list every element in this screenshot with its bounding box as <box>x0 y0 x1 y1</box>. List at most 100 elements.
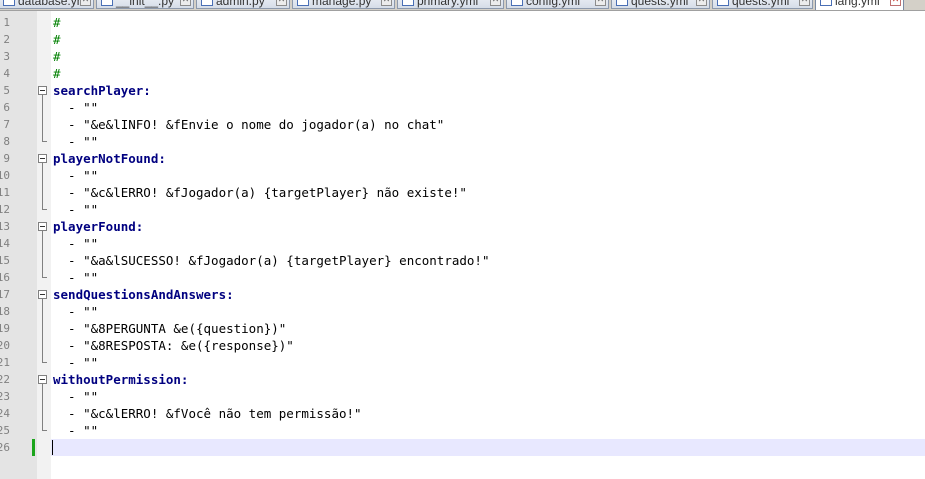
code-line[interactable]: 17 sendQuestionsAndAnswers: <box>0 286 925 303</box>
close-icon[interactable]: ✕ <box>696 0 707 6</box>
fold-end-marker <box>42 362 47 363</box>
fold-end-marker <box>42 277 47 278</box>
fold-minus-icon[interactable] <box>38 154 47 163</box>
tab-lang-yml[interactable]: lang.yml ✕ <box>815 0 904 10</box>
line-number: 3 <box>3 50 10 63</box>
tab-quests-yml[interactable]: quests.yml ✕ <box>712 0 813 9</box>
yaml-list-item: - "&e&lINFO! &fEnvie o nome do jogador(a… <box>53 117 445 132</box>
file-icon <box>101 0 113 6</box>
line-number: 14 <box>0 237 10 250</box>
close-icon[interactable]: ✕ <box>381 0 392 6</box>
file-icon <box>717 0 729 6</box>
line-number: 23 <box>0 390 10 403</box>
fold-guide-line <box>42 95 43 141</box>
code-line[interactable]: 24 - "&c&lERRO! &fVocê não tem permissão… <box>0 405 925 422</box>
close-icon[interactable]: ✕ <box>595 0 606 6</box>
yaml-key: playerFound: <box>53 219 144 234</box>
tab-label: quests.yml <box>732 0 790 8</box>
code-line[interactable]: 12 - "" <box>0 201 925 218</box>
code-line[interactable]: 13 playerFound: <box>0 218 925 235</box>
yaml-list-item: - "" <box>53 236 99 251</box>
line-number: 5 <box>3 84 10 97</box>
yaml-list-item: - "" <box>53 134 99 149</box>
code-line[interactable]: 20 - "&8RESPOSTA: &e({response})" <box>0 337 925 354</box>
fold-end-marker <box>42 430 47 431</box>
fold-end-marker <box>42 209 47 210</box>
code-line[interactable]: 14 - "" <box>0 235 925 252</box>
code-line[interactable]: 1 # <box>0 14 925 31</box>
code-line[interactable]: 22 withoutPermission: <box>0 371 925 388</box>
yaml-list-item: - "&c&lERRO! &fJogador(a) {targetPlayer}… <box>53 185 467 200</box>
tab-label: database.yml <box>18 0 90 8</box>
code-line[interactable]: 25 - "" <box>0 422 925 439</box>
close-icon[interactable]: ✕ <box>890 0 901 6</box>
code-line[interactable]: 4 # <box>0 65 925 82</box>
tab-database-yml[interactable]: database.yml ✕ <box>0 0 94 9</box>
code-line[interactable]: 8 - "" <box>0 133 925 150</box>
code-line[interactable]: 23 - "" <box>0 388 925 405</box>
tab-primary-yml[interactable]: primary.yml ✕ <box>397 0 504 9</box>
code-line[interactable]: 3 # <box>0 48 925 65</box>
code-line[interactable]: 7 - "&e&lINFO! &fEnvie o nome do jogador… <box>0 116 925 133</box>
yaml-list-item: - "" <box>53 202 99 217</box>
code-line[interactable]: 2 # <box>0 31 925 48</box>
code-line[interactable]: 18 - "" <box>0 303 925 320</box>
line-number: 12 <box>0 203 10 216</box>
code-line[interactable]: 16 - "" <box>0 269 925 286</box>
close-icon[interactable]: ✕ <box>180 0 191 6</box>
line-number: 1 <box>3 16 10 29</box>
code-line[interactable]: 10 - "" <box>0 167 925 184</box>
line-number: 21 <box>0 356 10 369</box>
fold-minus-icon[interactable] <box>38 375 47 384</box>
yaml-key: searchPlayer: <box>53 83 151 98</box>
code-line[interactable]: 6 - "" <box>0 99 925 116</box>
line-number: 9 <box>3 152 10 165</box>
file-icon <box>820 0 832 6</box>
code-line[interactable]: 26 <box>0 439 925 456</box>
tab-admin-py[interactable]: admin.py ✕ <box>196 0 290 9</box>
line-number: 4 <box>3 67 10 80</box>
yaml-comment: # <box>53 66 61 81</box>
yaml-list-item: - "" <box>53 168 99 183</box>
code-line[interactable]: 11 - "&c&lERRO! &fJogador(a) {targetPlay… <box>0 184 925 201</box>
line-number: 22 <box>0 373 10 386</box>
yaml-list-item: - "" <box>53 355 99 370</box>
line-number: 7 <box>3 118 10 131</box>
close-icon[interactable]: ✕ <box>490 0 501 6</box>
yaml-list-item: - "" <box>53 270 99 285</box>
fold-minus-icon[interactable] <box>38 290 47 299</box>
tab-config-yml[interactable]: config.yml ✕ <box>506 0 609 9</box>
line-number: 11 <box>0 186 10 199</box>
file-icon <box>3 0 15 6</box>
line-number: 15 <box>0 254 10 267</box>
line-number: 16 <box>0 271 10 284</box>
tab-init-py[interactable]: __init__.py ✕ <box>96 0 194 9</box>
file-icon <box>402 0 414 6</box>
yaml-list-item: - "&8RESPOSTA: &e({response})" <box>53 338 294 353</box>
line-number: 24 <box>0 407 10 420</box>
fold-minus-icon[interactable] <box>38 222 47 231</box>
tab-label: lang.yml <box>835 0 880 8</box>
fold-guide-line <box>42 163 43 209</box>
tab-label: admin.py <box>216 0 265 8</box>
line-number: 13 <box>0 220 10 233</box>
fold-minus-icon[interactable] <box>38 86 47 95</box>
line-number: 8 <box>3 135 10 148</box>
close-icon[interactable]: ✕ <box>799 0 810 6</box>
code-line[interactable]: 5 searchPlayer: <box>0 82 925 99</box>
line-number: 20 <box>0 339 10 352</box>
line-number: 6 <box>3 101 10 114</box>
code-line[interactable]: 19 - "&8PERGUNTA &e({question})" <box>0 320 925 337</box>
tab-quests-yml[interactable]: quests.yml ✕ <box>611 0 710 9</box>
line-number: 10 <box>0 169 10 182</box>
code-line[interactable]: 9 playerNotFound: <box>0 150 925 167</box>
editor[interactable]: 1 #2 #3 #4 #5 searchPlayer: 6 - "" 7 - "&e&lINF… <box>0 11 925 479</box>
code-line[interactable]: 15 - "&a&lSUCESSO! &fJogador(a) {targetP… <box>0 252 925 269</box>
yaml-key: playerNotFound: <box>53 151 166 166</box>
code-line[interactable]: 21 - "" <box>0 354 925 371</box>
close-icon[interactable]: ✕ <box>80 0 91 6</box>
tab-label: config.yml <box>526 0 581 8</box>
tab-manage-py[interactable]: manage.py ✕ <box>292 0 395 9</box>
close-icon[interactable]: ✕ <box>276 0 287 6</box>
yaml-comment: # <box>53 49 61 64</box>
